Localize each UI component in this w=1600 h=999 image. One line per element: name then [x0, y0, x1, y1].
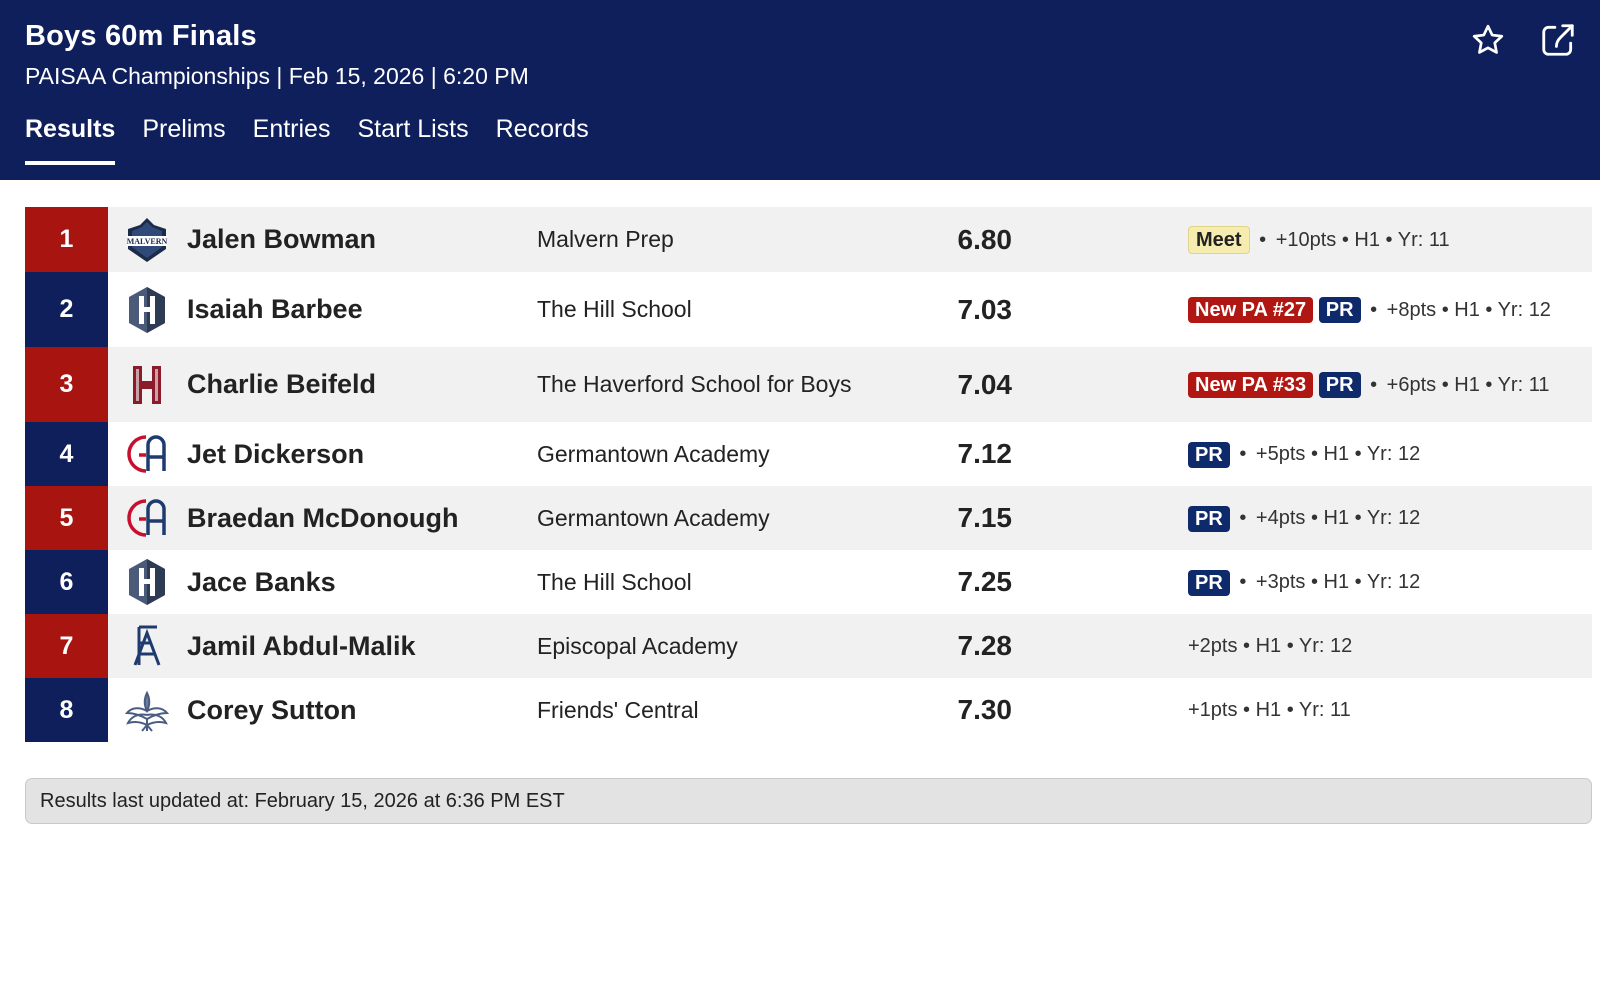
tab-results[interactable]: Results — [25, 112, 116, 165]
place-number: 5 — [25, 486, 108, 550]
result-info: +2pts • H1 • Yr: 12 — [1188, 631, 1568, 661]
result-row[interactable]: 7 Jamil Abdul-Malik Episcopal Academy 7.… — [25, 614, 1592, 678]
place-number: 7 — [25, 614, 108, 678]
place-number: 2 — [25, 272, 108, 347]
points-info: +6pts • H1 • Yr: 11 — [1386, 373, 1550, 396]
pr-badge: PR — [1188, 569, 1230, 596]
result-row[interactable]: 6 Jace Banks The Hill School 7.25 PR • +… — [25, 550, 1592, 614]
result-info: PR • +3pts • H1 • Yr: 12 — [1188, 567, 1568, 597]
athlete-name[interactable]: Charlie Beifeld — [187, 369, 376, 400]
school-name[interactable]: Malvern Prep — [537, 226, 674, 253]
place-number: 4 — [25, 422, 108, 486]
result-mark: 7.12 — [957, 438, 1013, 469]
result-info: Meet • +10pts • H1 • Yr: 11 — [1188, 225, 1568, 255]
tab-prelims[interactable]: Prelims — [142, 112, 225, 165]
athlete-name[interactable]: Jamil Abdul-Malik — [187, 631, 416, 662]
results-list: 1 MALVERN Jalen Bowman Malvern Prep 6.80… — [25, 207, 1592, 742]
school-name[interactable]: The Hill School — [537, 296, 692, 323]
friends-central-phoenix-icon — [121, 684, 173, 736]
pr-badge: PR — [1188, 441, 1230, 468]
result-row[interactable]: 8 Corey Sutton Friends' Central 7.30 +1p… — [25, 678, 1592, 742]
result-mark: 6.80 — [957, 223, 1013, 255]
result-mark: 7.25 — [957, 566, 1013, 597]
athlete-name[interactable]: Jet Dickerson — [187, 439, 364, 470]
points-info: +2pts • H1 • Yr: 12 — [1188, 635, 1353, 657]
haverford-logo-icon — [121, 359, 173, 411]
last-updated-banner: Results last updated at: February 15, 20… — [25, 778, 1592, 824]
event-tabs: Results Prelims Entries Start Lists Reco… — [25, 112, 616, 165]
tab-entries[interactable]: Entries — [253, 112, 331, 165]
malvern-logo-icon: MALVERN — [121, 214, 173, 266]
points-info: +1pts • H1 • Yr: 11 — [1188, 699, 1351, 721]
star-icon[interactable] — [1468, 20, 1508, 60]
result-mark: 7.30 — [957, 694, 1013, 725]
meet-record-badge: Meet — [1188, 226, 1250, 255]
episcopal-logo-icon — [121, 620, 173, 672]
points-info: +5pts • H1 • Yr: 12 — [1255, 443, 1421, 465]
result-info: PR • +4pts • H1 • Yr: 12 — [1188, 503, 1568, 533]
pr-badge: PR — [1318, 372, 1361, 399]
svg-text:MALVERN: MALVERN — [127, 237, 168, 246]
share-icon[interactable] — [1538, 20, 1578, 60]
school-name[interactable]: Germantown Academy — [537, 441, 770, 468]
points-info: +10pts • H1 • Yr: 11 — [1275, 228, 1450, 251]
school-name[interactable]: Episcopal Academy — [537, 633, 738, 660]
result-info: New PA #27 PR • +8pts • H1 • Yr: 12 — [1188, 295, 1568, 325]
school-name[interactable]: Friends' Central — [537, 697, 699, 724]
place-number: 6 — [25, 550, 108, 614]
tab-records[interactable]: Records — [496, 112, 589, 165]
result-row[interactable]: 5 Braedan McDonough Germantown Academy 7… — [25, 486, 1592, 550]
result-row[interactable]: 1 MALVERN Jalen Bowman Malvern Prep 6.80… — [25, 207, 1592, 272]
germantown-logo-icon — [121, 492, 173, 544]
pr-badge: PR — [1318, 297, 1361, 324]
place-number: 8 — [25, 678, 108, 742]
place-number: 1 — [25, 207, 108, 272]
school-name[interactable]: Germantown Academy — [537, 505, 770, 532]
athlete-name[interactable]: Isaiah Barbee — [187, 294, 363, 325]
athlete-name[interactable]: Corey Sutton — [187, 695, 357, 726]
germantown-logo-icon — [121, 428, 173, 480]
points-info: +3pts • H1 • Yr: 12 — [1255, 571, 1421, 593]
meet-subtitle: PAISAA Championships | Feb 15, 2026 | 6:… — [25, 63, 529, 89]
tab-start-lists[interactable]: Start Lists — [357, 112, 468, 165]
state-rank-badge: New PA #33 — [1188, 372, 1314, 399]
school-name[interactable]: The Haverford School for Boys — [537, 371, 851, 398]
pr-badge: PR — [1188, 505, 1230, 532]
athlete-name[interactable]: Jace Banks — [187, 567, 336, 598]
hill-school-logo-icon — [121, 556, 173, 608]
result-info: PR • +5pts • H1 • Yr: 12 — [1188, 439, 1568, 469]
page-title: Boys 60m Finals — [25, 20, 257, 52]
result-row[interactable]: 3 Charlie Beifeld The Haverford School f… — [25, 347, 1592, 422]
points-info: +8pts • H1 • Yr: 12 — [1386, 298, 1551, 321]
athlete-name[interactable]: Jalen Bowman — [187, 224, 376, 255]
result-mark: 7.28 — [957, 630, 1013, 661]
points-info: +4pts • H1 • Yr: 12 — [1255, 507, 1421, 529]
school-name[interactable]: The Hill School — [537, 569, 692, 596]
hill-school-logo-icon — [121, 284, 173, 336]
result-mark: 7.03 — [957, 293, 1013, 325]
result-mark: 7.04 — [957, 368, 1013, 400]
result-row[interactable]: 4 Jet Dickerson Germantown Academy 7.12 … — [25, 422, 1592, 486]
athlete-name[interactable]: Braedan McDonough — [187, 503, 459, 534]
result-info: +1pts • H1 • Yr: 11 — [1188, 695, 1568, 725]
result-mark: 7.15 — [957, 502, 1013, 533]
result-row[interactable]: 2 Isaiah Barbee The Hill School 7.03 New… — [25, 272, 1592, 347]
event-header: Boys 60m Finals PAISAA Championships | F… — [0, 0, 1600, 180]
header-actions — [1468, 20, 1578, 60]
place-number: 3 — [25, 347, 108, 422]
state-rank-badge: New PA #27 — [1188, 297, 1314, 324]
result-info: New PA #33 PR • +6pts • H1 • Yr: 11 — [1188, 370, 1568, 400]
